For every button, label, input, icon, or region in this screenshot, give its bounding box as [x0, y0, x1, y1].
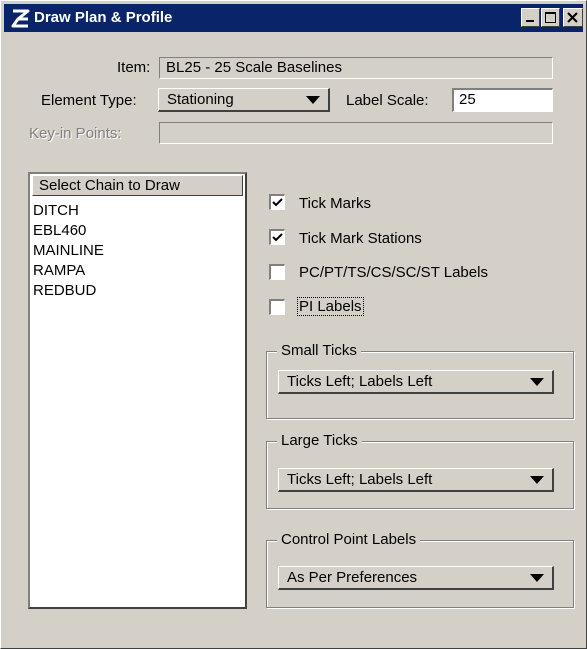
dropdown-arrow-icon: [530, 476, 544, 484]
large-ticks-value: Ticks Left; Labels Left: [287, 471, 433, 488]
label-scale-label: Label Scale:: [346, 92, 429, 109]
control-point-labels-title: Control Point Labels: [277, 531, 421, 548]
pi-labels-label: PI Labels: [297, 297, 364, 316]
large-ticks-title: Large Ticks: [277, 432, 362, 449]
dropdown-arrow-icon: [530, 378, 544, 386]
list-item[interactable]: REDBUD: [33, 281, 104, 301]
app-logo-icon: [11, 9, 30, 28]
element-type-label: Element Type:: [41, 92, 137, 109]
minimize-button[interactable]: [521, 8, 540, 27]
control-point-labels-value: As Per Preferences: [287, 569, 418, 586]
tick-marks-checkbox[interactable]: [269, 194, 285, 210]
maximize-icon: [545, 12, 556, 23]
pc-pt-labels-label: PC/PT/TS/CS/SC/ST Labels: [299, 264, 488, 281]
close-button[interactable]: [563, 8, 583, 27]
close-icon: [567, 12, 578, 23]
small-ticks-title: Small Ticks: [277, 342, 361, 359]
list-item[interactable]: DITCH: [33, 201, 104, 221]
keyin-points-field: [159, 122, 553, 144]
tick-mark-stations-checkbox[interactable]: [269, 229, 285, 245]
element-type-value: Stationing: [167, 91, 234, 108]
checkmark-icon: [272, 198, 283, 207]
chain-list-header: Select Chain to Draw: [32, 175, 243, 196]
dialog-window: Draw Plan & Profile Item: BL25 - 25 Scal…: [0, 0, 587, 649]
window-title: Draw Plan & Profile: [34, 9, 173, 26]
title-bar[interactable]: Draw Plan & Profile: [4, 4, 583, 32]
checkmark-icon: [272, 233, 283, 242]
tick-marks-label: Tick Marks: [299, 195, 371, 212]
pc-pt-labels-checkbox[interactable]: [269, 264, 285, 280]
element-type-dropdown[interactable]: Stationing: [158, 88, 330, 112]
list-item[interactable]: EBL460: [33, 221, 104, 241]
list-item[interactable]: RAMPA: [33, 261, 104, 281]
small-ticks-value: Ticks Left; Labels Left: [287, 373, 433, 390]
minimize-icon: [526, 20, 534, 22]
tick-mark-stations-label: Tick Mark Stations: [299, 230, 422, 247]
large-ticks-dropdown[interactable]: Ticks Left; Labels Left: [278, 468, 554, 492]
maximize-button[interactable]: [541, 8, 560, 27]
pi-labels-checkbox[interactable]: [269, 299, 285, 315]
small-ticks-dropdown[interactable]: Ticks Left; Labels Left: [278, 370, 554, 394]
list-item[interactable]: MAINLINE: [33, 241, 104, 261]
item-label: Item:: [117, 59, 151, 76]
item-field[interactable]: BL25 - 25 Scale Baselines: [159, 57, 553, 79]
dropdown-arrow-icon: [306, 96, 320, 104]
control-point-labels-dropdown[interactable]: As Per Preferences: [278, 566, 554, 590]
keyin-points-label: Key-in Points:: [29, 125, 122, 142]
dropdown-arrow-icon: [530, 574, 544, 582]
label-scale-input[interactable]: 25: [452, 88, 553, 112]
chain-listbox[interactable]: Select Chain to Draw DITCH EBL460 MAINLI…: [28, 172, 247, 609]
